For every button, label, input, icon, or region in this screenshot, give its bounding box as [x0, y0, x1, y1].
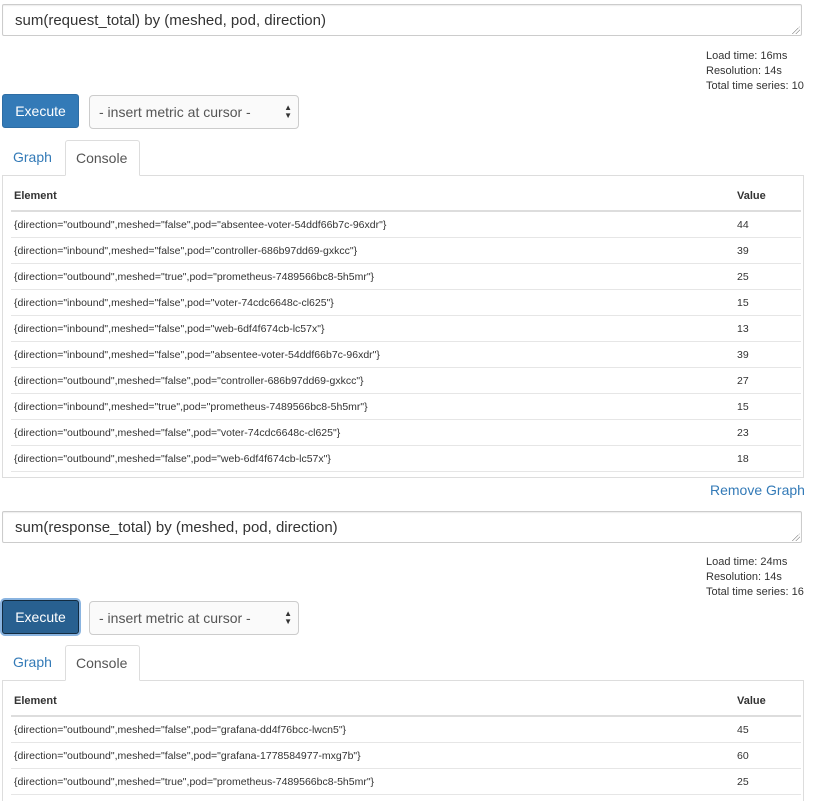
table-header: Element Value [11, 681, 801, 717]
row-element: {direction="outbound",meshed="false",pod… [14, 375, 364, 387]
column-header-value: Value [737, 190, 766, 202]
total-time-series: Total time series: 16 [706, 586, 804, 598]
row-value: 25 [737, 271, 749, 283]
expression-text: sum(request_total) by (meshed, pod, dire… [15, 12, 326, 29]
view-tabs: Graph Console [2, 140, 804, 176]
table-header: Element Value [11, 176, 801, 212]
row-element: {direction="outbound",meshed="false",pod… [14, 427, 341, 439]
row-element: {direction="outbound",meshed="false",pod… [14, 724, 347, 736]
tab-graph[interactable]: Graph [3, 140, 62, 176]
console-panel: Element Value {direction="outbound",mesh… [2, 681, 804, 801]
table-row: {direction="outbound",meshed="false",pod… [11, 446, 801, 472]
row-value: 25 [737, 776, 749, 788]
console-panel: Element Value {direction="outbound",mesh… [2, 176, 804, 478]
table-row: {direction="outbound",meshed="false",pod… [11, 212, 801, 238]
row-element: {direction="inbound",meshed="false",pod=… [14, 245, 358, 257]
tab-console[interactable]: Console [65, 140, 140, 176]
execute-button[interactable]: Execute [2, 600, 79, 634]
total-time-series: Total time series: 10 [706, 80, 804, 92]
table-row: {direction="inbound",meshed="true",pod="… [11, 394, 801, 420]
select-arrows-icon: ▲ ▼ [284, 609, 292, 626]
row-value: 27 [737, 375, 749, 387]
row-element: {direction="inbound",meshed="false",pod=… [14, 297, 334, 309]
table-row: {direction="outbound",meshed="true",pod=… [11, 769, 801, 795]
row-value: 15 [737, 401, 749, 413]
resolution: Resolution: 14s [706, 571, 782, 583]
insert-metric-select-value: - insert metric at cursor - [99, 104, 251, 120]
insert-metric-select[interactable]: - insert metric at cursor - ▲ ▼ [89, 601, 299, 635]
row-value: 15 [737, 297, 749, 309]
row-element: {direction="outbound",meshed="false",pod… [14, 219, 387, 231]
row-value: 45 [737, 724, 749, 736]
remove-graph-link[interactable]: Remove Graph [710, 482, 805, 498]
query-stats: Load time: 24ms Resolution: 14s Total ti… [706, 555, 804, 600]
expression-input[interactable]: sum(response_total) by (meshed, pod, dir… [2, 511, 802, 543]
column-header-element: Element [14, 190, 57, 202]
table-row: {direction="inbound",meshed="false",pod=… [11, 342, 801, 368]
table-row: {direction="outbound",meshed="false",pod… [11, 420, 801, 446]
expression-input[interactable]: sum(request_total) by (meshed, pod, dire… [2, 4, 802, 36]
load-time: Load time: 16ms [706, 50, 788, 62]
table-row: {direction="outbound",meshed="false",pod… [11, 717, 801, 743]
row-element: {direction="outbound",meshed="false",pod… [14, 453, 331, 465]
resize-handle-icon[interactable] [792, 533, 800, 541]
load-time: Load time: 24ms [706, 556, 788, 568]
row-value: 60 [737, 750, 749, 762]
results-table: Element Value {direction="outbound",mesh… [11, 681, 801, 795]
row-element: {direction="outbound",meshed="false",pod… [14, 750, 361, 762]
column-header-element: Element [14, 695, 57, 707]
select-arrows-icon: ▲ ▼ [284, 103, 292, 120]
table-row: {direction="outbound",meshed="false",pod… [11, 743, 801, 769]
row-element: {direction="inbound",meshed="true",pod="… [14, 401, 368, 413]
view-tabs: Graph Console [2, 645, 804, 681]
table-row: {direction="inbound",meshed="false",pod=… [11, 316, 801, 342]
insert-metric-select-value: - insert metric at cursor - [99, 610, 251, 626]
row-element: {direction="inbound",meshed="false",pod=… [14, 323, 325, 335]
row-element: {direction="inbound",meshed="false",pod=… [14, 349, 380, 361]
table-row: {direction="outbound",meshed="false",pod… [11, 368, 801, 394]
row-value: 39 [737, 349, 749, 361]
row-value: 44 [737, 219, 749, 231]
row-value: 39 [737, 245, 749, 257]
tab-console[interactable]: Console [65, 645, 140, 681]
row-value: 18 [737, 453, 749, 465]
row-element: {direction="outbound",meshed="true",pod=… [14, 776, 375, 788]
execute-button[interactable]: Execute [2, 94, 79, 128]
row-element: {direction="outbound",meshed="true",pod=… [14, 271, 375, 283]
column-header-value: Value [737, 695, 766, 707]
tab-graph[interactable]: Graph [3, 645, 62, 681]
resolution: Resolution: 14s [706, 65, 782, 77]
row-value: 23 [737, 427, 749, 439]
expression-text: sum(response_total) by (meshed, pod, dir… [15, 519, 338, 536]
table-row: {direction="inbound",meshed="false",pod=… [11, 238, 801, 264]
row-value: 13 [737, 323, 749, 335]
insert-metric-select[interactable]: - insert metric at cursor - ▲ ▼ [89, 95, 299, 129]
resize-handle-icon[interactable] [792, 26, 800, 34]
table-row: {direction="outbound",meshed="true",pod=… [11, 264, 801, 290]
query-stats: Load time: 16ms Resolution: 14s Total ti… [706, 49, 804, 94]
table-row: {direction="inbound",meshed="false",pod=… [11, 290, 801, 316]
results-table: Element Value {direction="outbound",mesh… [11, 176, 801, 472]
